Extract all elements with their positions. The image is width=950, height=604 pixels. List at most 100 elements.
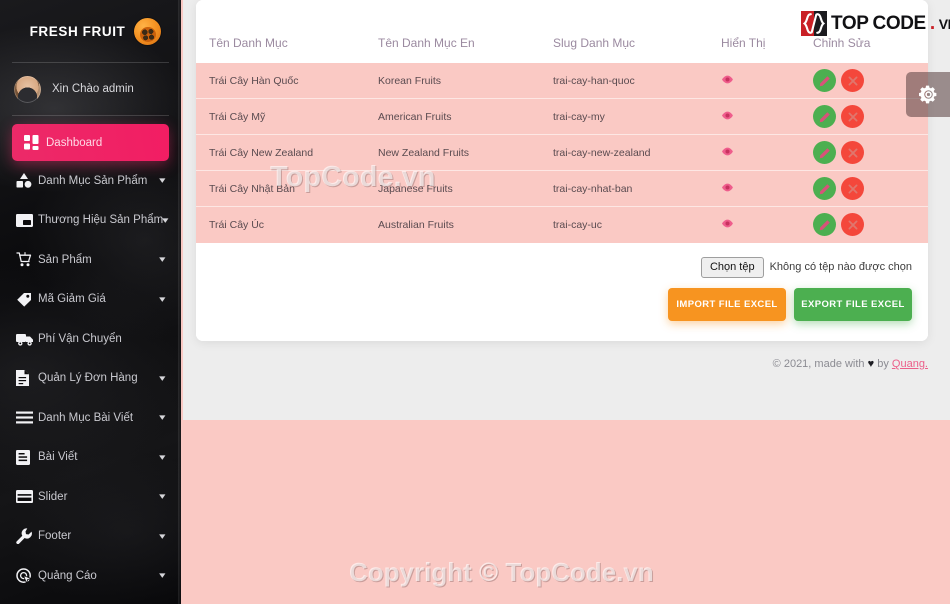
chevron-down-icon: ▾	[159, 412, 166, 423]
edit-row-button[interactable]	[813, 177, 836, 200]
close-x-icon	[848, 220, 858, 230]
cell-visibility	[721, 170, 813, 207]
sidebar-item-thuong-hieu-san-pham[interactable]: Thương Hiệu Sản Phẩm ▾	[0, 201, 181, 241]
sidebar-item-dashboard[interactable]: Dashboard	[12, 124, 169, 161]
table-row: Trái Cây Úc Australian Fruits trai-cay-uc	[196, 206, 928, 243]
sidebar-item-label: Mã Giảm Giá	[38, 293, 106, 306]
row-action-group	[813, 213, 928, 237]
sidebar-item-label: Footer	[38, 530, 72, 543]
wrench-icon	[16, 528, 38, 545]
eye-icon[interactable]	[721, 219, 734, 228]
table-row: Trái Cây Hàn Quốc Korean Fruits trai-cay-h…	[196, 62, 928, 99]
column-header-name: Tên Danh Mục	[196, 0, 378, 63]
sidebar-item-label: Phí Vận Chuyển	[38, 332, 122, 345]
cell-visibility	[721, 134, 813, 171]
file-upload-row: Chọn tệp Không có tệp nào được chọn	[700, 256, 912, 278]
sidebar-item-slider[interactable]: Slider ▾	[0, 477, 181, 517]
sidebar-item-label: Dashboard	[46, 136, 103, 149]
sidebar-item-danh-muc-bai-viet[interactable]: Danh Mục Bài Viết ▾	[0, 398, 181, 438]
row-action-group	[813, 141, 928, 164]
column-header-show: Hiển Thị	[721, 0, 813, 63]
edit-row-button[interactable]	[813, 105, 836, 128]
pencil-icon	[819, 219, 831, 231]
settings-gear-button[interactable]	[906, 72, 950, 117]
sidebar-item-quang-cao[interactable]: Quảng Cáo ▾	[0, 556, 181, 596]
footer-author-link[interactable]: Quang.	[892, 358, 928, 370]
eye-icon[interactable]	[721, 75, 734, 84]
delete-row-button[interactable]	[841, 213, 864, 237]
excel-buttons-row: IMPORT FILE EXCEL EXPORT FILE EXCEL	[668, 287, 912, 321]
cell-category-name: Trái Cây Mỹ	[196, 98, 378, 135]
sidebar-item-label: Danh Mục Bài Viết	[38, 411, 134, 424]
pencil-icon	[819, 75, 831, 87]
column-header-name-en: Tên Danh Mục En	[378, 0, 553, 63]
edit-row-button[interactable]	[813, 69, 836, 92]
table-row: Trái Cây Mỹ American Fruits trai-cay-my	[196, 98, 928, 135]
card-footer-actions: Chọn tệp Không có tệp nào được chọn IMPO…	[196, 242, 928, 341]
chevron-down-icon: ▾	[159, 254, 166, 265]
sidebar-divider-bottom	[12, 115, 169, 116]
tag-icon	[16, 292, 38, 307]
sidebar-item-footer[interactable]: Footer ▾	[0, 517, 181, 557]
document-icon	[16, 370, 38, 387]
delete-row-button[interactable]	[841, 141, 864, 164]
delete-row-button[interactable]	[841, 105, 864, 128]
topcode-logo-dot: .	[929, 13, 935, 34]
edit-row-button[interactable]	[813, 213, 836, 237]
chevron-down-icon: ▾	[159, 372, 166, 383]
target-cursor-icon	[16, 568, 38, 584]
choose-file-button[interactable]: Chọn tệp	[700, 256, 764, 278]
sidebar-item-label: Thương Hiệu Sản Phẩm	[38, 214, 164, 227]
cell-category-slug: trai-cay-nhat-ban	[553, 170, 721, 207]
import-file-excel-button[interactable]: IMPORT FILE EXCEL	[668, 287, 786, 321]
chevron-down-icon: ▾	[159, 293, 166, 304]
cell-actions	[813, 134, 928, 171]
pencil-icon	[819, 147, 831, 159]
chevron-down-icon: ▾	[159, 530, 166, 541]
footer-by-text: by	[877, 358, 889, 370]
shapes-icon	[16, 173, 38, 188]
slider-card-icon	[16, 490, 38, 504]
brand[interactable]: FRESH FRUIT	[0, 0, 181, 62]
edit-row-button[interactable]	[813, 141, 836, 164]
sidebar-item-label: Danh Mục Sản Phẩm	[38, 174, 148, 187]
cell-visibility	[721, 98, 813, 135]
export-file-excel-button[interactable]: EXPORT FILE EXCEL	[794, 287, 912, 321]
user-greeting-row[interactable]: Xin Chào admin	[0, 63, 181, 115]
sidebar-item-danh-muc-san-pham[interactable]: Danh Mục Sản Phẩm ▾	[0, 161, 181, 201]
gear-icon	[918, 85, 938, 104]
eye-icon[interactable]	[721, 111, 734, 120]
sidebar-item-quan-ly-don-hang[interactable]: Quản Lý Đơn Hàng ▾	[0, 359, 181, 399]
chevron-down-icon: ▾	[159, 175, 166, 186]
topcode-badge-icon	[801, 11, 827, 36]
table-row: Trái Cây Nhật Bản Japanese Fruits trai-cay…	[196, 170, 928, 207]
sidebar-item-ma-giam-gia[interactable]: Mã Giảm Giá ▾	[0, 280, 181, 320]
close-x-icon	[848, 76, 858, 86]
table-body: Trái Cây Hàn Quốc Korean Fruits trai-cay-h…	[196, 62, 928, 243]
cell-visibility	[721, 62, 813, 99]
column-header-slug: Slug Danh Mục	[553, 0, 721, 63]
sidebar-item-phi-van-chuyen[interactable]: Phí Vận Chuyển	[0, 319, 181, 359]
main-content: Tên Danh Mục Tên Danh Mục En Slug Danh M…	[183, 0, 950, 604]
sidebar-item-label: Slider	[38, 490, 68, 503]
footer-copyright-text: © 2021, made with	[772, 358, 865, 370]
cell-category-slug: trai-cay-han-quoc	[553, 62, 721, 99]
chevron-down-icon: ▾	[159, 451, 166, 462]
topcode-logo-top: TOP	[831, 13, 869, 34]
sidebar-item-label: Quảng Cáo	[38, 569, 97, 582]
eye-icon[interactable]	[721, 147, 734, 156]
brand-name: FRESH FRUIT	[29, 23, 126, 39]
sidebar-item-san-pham[interactable]: Sản Phẩm ▾	[0, 240, 181, 280]
delete-row-button[interactable]	[841, 177, 864, 200]
dashboard-grid-icon	[24, 135, 46, 150]
cell-actions	[813, 170, 928, 207]
chevron-down-icon: ▾	[159, 491, 166, 502]
close-x-icon	[848, 148, 858, 158]
cell-category-name-en: American Fruits	[378, 98, 553, 135]
cell-category-name: Trái Cây Nhật Bản	[196, 170, 378, 207]
truck-icon	[16, 332, 38, 346]
delete-row-button[interactable]	[841, 69, 864, 92]
sidebar-item-bai-viet[interactable]: Bài Viết ▾	[0, 438, 181, 478]
pencil-icon	[819, 183, 831, 195]
eye-icon[interactable]	[721, 183, 734, 192]
